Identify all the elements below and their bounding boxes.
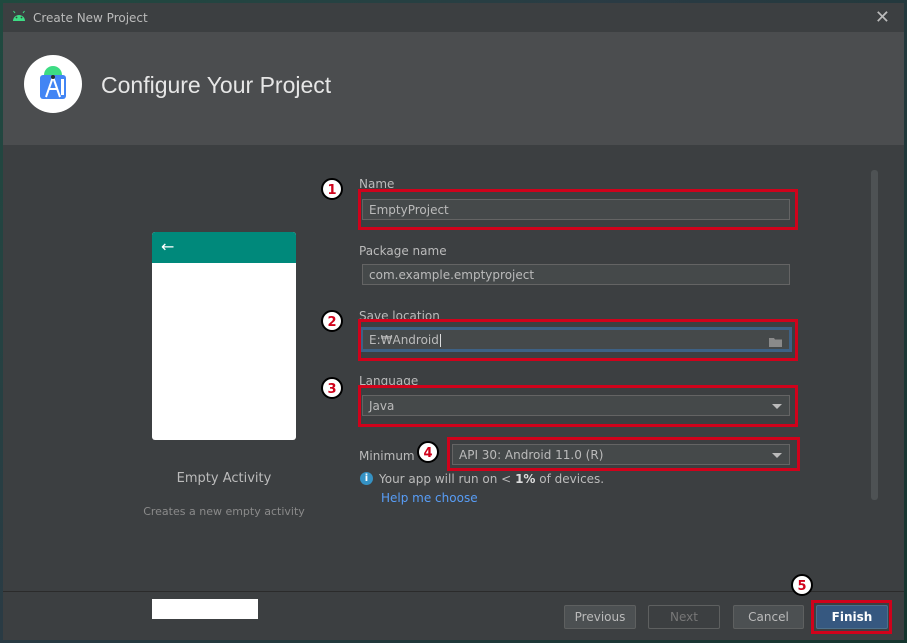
dialog-header: Configure Your Project: [3, 32, 904, 145]
page-title: Configure Your Project: [101, 72, 332, 98]
android-studio-logo-icon: [24, 55, 82, 113]
package-name-value: com.example.emptyproject: [369, 268, 535, 282]
device-coverage-percent: 1%: [515, 472, 536, 486]
highlight-box-language: [358, 385, 798, 427]
annotation-badge-3: 3: [321, 377, 343, 399]
help-me-choose-link[interactable]: Help me choose: [381, 491, 478, 505]
package-name-label: Package name: [359, 244, 447, 258]
info-icon: i: [360, 472, 373, 485]
vertical-scrollbar[interactable]: [871, 170, 878, 500]
device-coverage-suffix: of devices.: [535, 472, 605, 486]
create-project-dialog: Create New Project ✕ Configure Your Proj…: [3, 3, 904, 640]
highlight-box-save-location: [358, 319, 798, 361]
template-description: Creates a new empty activity: [143, 505, 305, 518]
next-button[interactable]: Next: [648, 605, 720, 629]
annotation-badge-5: 5: [791, 574, 813, 596]
close-icon[interactable]: ✕: [875, 7, 890, 28]
device-coverage-text: Your app will run on < 1% of devices.: [379, 472, 604, 486]
previous-button[interactable]: Previous: [564, 605, 636, 629]
template-name: Empty Activity: [176, 471, 272, 486]
highlight-box-finish: [811, 600, 892, 634]
highlight-box-minimum: [447, 437, 800, 471]
footer-placeholder-box: [152, 599, 258, 619]
android-icon: [13, 10, 25, 21]
minimum-sdk-label: Minimum: [359, 449, 415, 463]
content-area: ← Empty Activity Creates a new empty act…: [3, 145, 904, 591]
annotation-badge-2: 2: [321, 310, 343, 332]
device-coverage-prefix: Your app will run on <: [379, 472, 516, 486]
template-preview: ←: [152, 232, 296, 440]
cancel-button[interactable]: Cancel: [733, 605, 804, 629]
window-title: Create New Project: [33, 11, 148, 25]
back-arrow-icon: ←: [161, 237, 175, 256]
package-name-input[interactable]: com.example.emptyproject: [362, 264, 790, 285]
highlight-box-name: [358, 189, 798, 230]
annotation-badge-1: 1: [321, 178, 343, 200]
annotation-badge-4: 4: [417, 441, 439, 463]
dialog-footer: Previous Next Cancel Finish 5: [3, 574, 904, 640]
template-app-bar: ←: [152, 232, 296, 263]
title-bar: Create New Project ✕: [3, 3, 904, 32]
